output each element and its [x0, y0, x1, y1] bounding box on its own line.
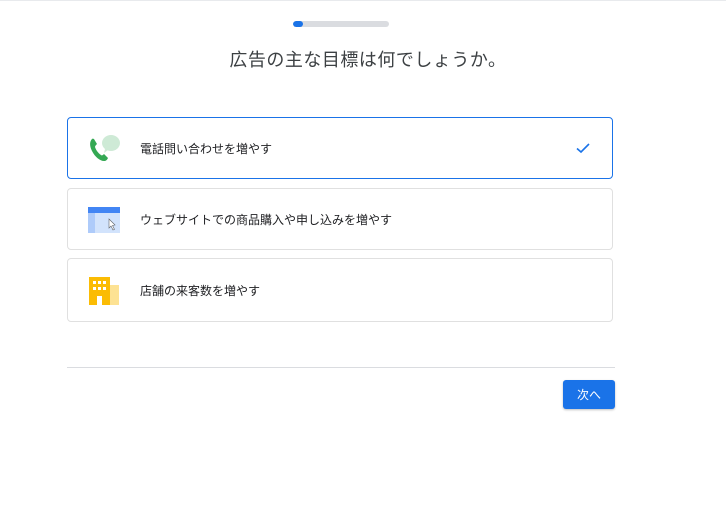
page-title: 広告の主な目標は何でしょうか。	[229, 50, 507, 71]
page-title-container: 広告の主な目標は何でしょうか。	[0, 46, 674, 72]
option-label: ウェブサイトでの商品購入や申し込みを増やす	[140, 213, 393, 227]
next-button[interactable]: 次へ	[563, 380, 615, 409]
option-label: 電話問い合わせを増やす	[140, 142, 273, 156]
footer-divider	[67, 367, 615, 368]
phone-chat-icon	[90, 135, 120, 161]
option-website-purchases[interactable]: ウェブサイトでの商品購入や申し込みを増やす	[67, 188, 613, 250]
option-phone-calls[interactable]: 電話問い合わせを増やす	[67, 117, 613, 179]
top-divider	[0, 0, 726, 1]
store-building-icon	[89, 277, 119, 305]
progress-fill	[293, 21, 303, 27]
website-icon	[88, 207, 120, 233]
checkmark-icon	[576, 143, 590, 154]
progress-bar	[293, 21, 389, 27]
option-store-visits[interactable]: 店舗の来客数を増やす	[67, 258, 613, 322]
option-label: 店舗の来客数を増やす	[140, 284, 261, 298]
